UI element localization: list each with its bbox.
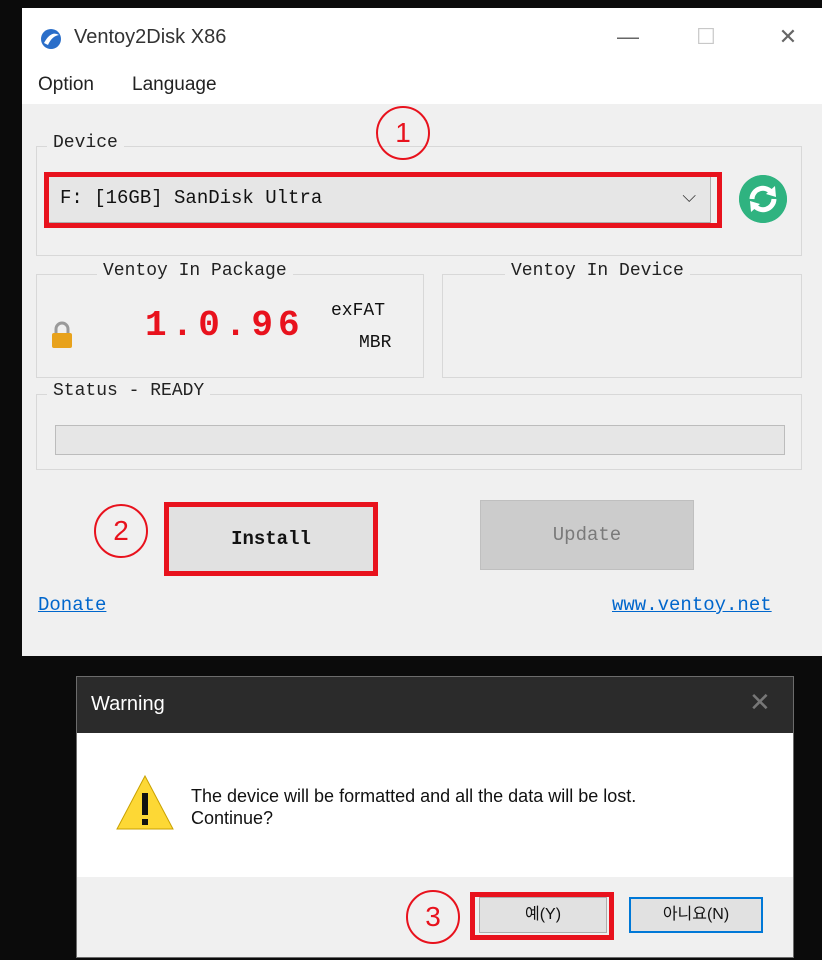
- package-partition-style: MBR: [359, 333, 392, 353]
- status-group: Status - READY: [36, 381, 802, 470]
- ventoy-package-group: Ventoy In Package 1.0.96 exFAT MBR: [36, 261, 424, 378]
- menu-bar: Option Language: [22, 64, 822, 104]
- device-highlight-box: [44, 172, 722, 228]
- progress-bar: [55, 425, 785, 455]
- dialog-message: The device will be formatted and all the…: [191, 785, 636, 829]
- window-title: Ventoy2Disk X86: [74, 26, 227, 48]
- ventoy-app-icon: [41, 29, 61, 49]
- close-button[interactable]: ✕: [768, 22, 808, 52]
- update-button[interactable]: Update: [480, 500, 694, 570]
- yes-highlight-box: [470, 892, 614, 940]
- ventoy-device-group: Ventoy In Device: [442, 261, 802, 378]
- refresh-icon[interactable]: [739, 175, 787, 223]
- device-group-label: Device: [47, 133, 124, 153]
- website-link[interactable]: www.ventoy.net: [612, 594, 772, 616]
- dialog-close-button[interactable]: ✕: [749, 687, 771, 718]
- dialog-message-line1: The device will be formatted and all the…: [191, 786, 637, 806]
- ventoy2disk-window: Ventoy2Disk X86 — ☐ ✕ Option Language De…: [22, 8, 822, 656]
- warning-icon: [116, 774, 174, 830]
- minimize-button[interactable]: —: [608, 22, 648, 52]
- device-version-group-label: Ventoy In Device: [505, 261, 690, 281]
- menu-option[interactable]: Option: [38, 74, 94, 96]
- package-version: 1.0.96: [145, 305, 305, 346]
- step-2-marker: 2: [94, 504, 148, 558]
- status-label: Status - READY: [47, 381, 211, 401]
- donate-link[interactable]: Donate: [38, 594, 106, 616]
- title-bar: Ventoy2Disk X86 — ☐ ✕: [22, 8, 822, 64]
- install-button[interactable]: Install: [164, 502, 378, 576]
- maximize-button[interactable]: ☐: [686, 22, 726, 52]
- dialog-title-bar: Warning ✕: [77, 677, 793, 733]
- package-filesystem: exFAT: [331, 301, 386, 321]
- step-1-marker: 1: [376, 106, 430, 160]
- step-3-marker: 3: [406, 890, 460, 944]
- dialog-message-line2: Continue?: [191, 808, 274, 828]
- menu-language[interactable]: Language: [132, 74, 217, 96]
- no-button[interactable]: 아니요(N): [629, 897, 763, 933]
- dialog-title: Warning: [91, 693, 165, 715]
- package-group-label: Ventoy In Package: [97, 261, 293, 281]
- lock-icon: [52, 321, 72, 348]
